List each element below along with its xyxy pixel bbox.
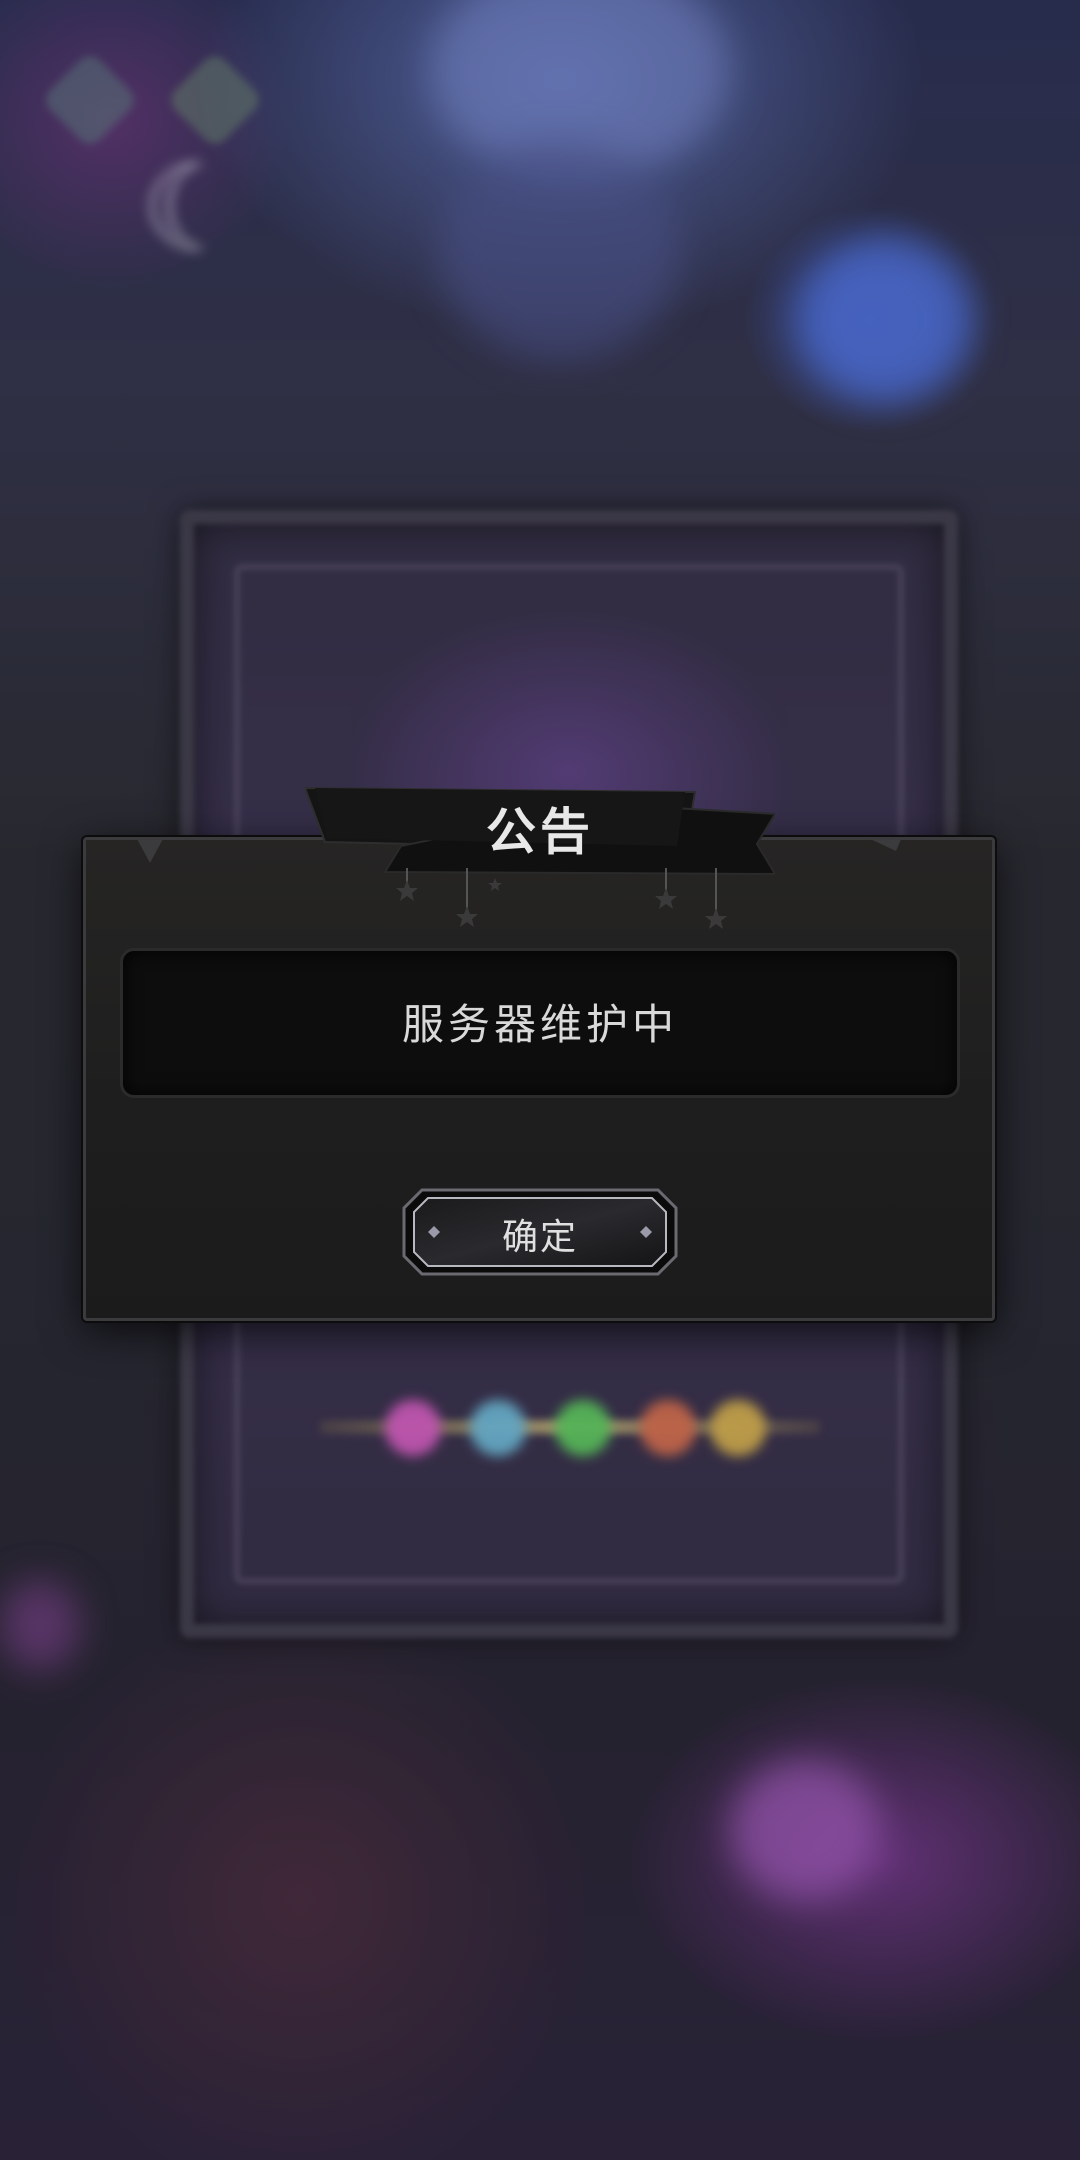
dialog-title-banner: 公告 (305, 780, 775, 876)
dialog-title: 公告 (486, 803, 594, 861)
hanging-stars-right-icon (655, 868, 727, 929)
message-box: 服务器维护中 (120, 948, 960, 1098)
confirm-button[interactable]: 确定 (400, 1186, 680, 1278)
hanging-stars-left-icon (396, 868, 502, 927)
announcement-message: 服务器维护中 (401, 1000, 678, 1049)
confirm-button-label: 确定 (501, 1217, 578, 1258)
